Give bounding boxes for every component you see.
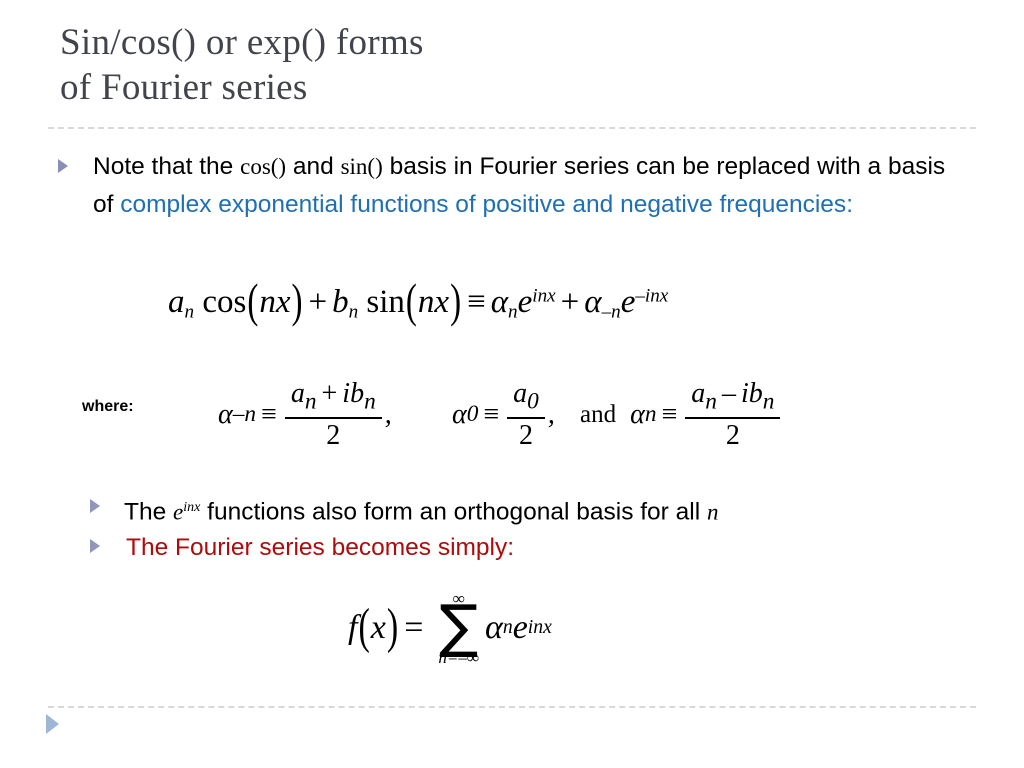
and-word: and <box>580 400 617 428</box>
w1-comma: , <box>384 398 392 430</box>
w1-num-a-sub: n <box>304 388 317 415</box>
equation-fourier-series-exponential: f (x) = ∞ ∑ n=–∞ α n e inx <box>348 590 552 666</box>
w1-alpha-sub: –n <box>232 401 257 428</box>
bullet-orthogonal-n: n <box>706 499 719 525</box>
w1-denominator: 2 <box>326 419 341 451</box>
w2-denominator: 2 <box>519 419 533 451</box>
eq2-e: e <box>512 608 528 646</box>
bullet-orthogonal-part2: functions also form an orthogonal basis … <box>200 498 707 526</box>
bullet-note-part2: and <box>286 153 341 180</box>
eq1-alpha-2-sub: –n <box>601 301 621 323</box>
bullet-orthogonal-e-sup: inx <box>183 500 201 515</box>
w1-num-op: + <box>321 378 338 409</box>
bullet-note-cos: cos() <box>240 154 287 179</box>
bullet-item-orthogonal: The einx functions also form an orthogon… <box>90 489 718 531</box>
w3-num-op: – <box>721 378 736 409</box>
bullet-orthogonal-text: The einx functions also form an orthogon… <box>124 489 718 531</box>
eq2-equals: = <box>404 608 424 646</box>
eq1-sin: sin <box>366 284 405 320</box>
equation-exponential-identity: an cos(nx) + bn sin(nx) ≡ αneinx + α–ne–inx <box>168 276 669 328</box>
eq1-alpha-1: α <box>490 284 509 320</box>
eq1-plus-2: + <box>560 284 580 320</box>
eq1-e-1: e <box>517 284 533 320</box>
w1-numerator: an + ibn <box>285 378 382 417</box>
bullet-series-becomes-text: The Fourier series becomes simply: <box>126 534 515 561</box>
where-label: where: <box>82 398 134 415</box>
bullet-orthogonal-part1: The <box>124 498 174 526</box>
w1-equiv: ≡ <box>261 398 277 430</box>
triangle-bullet-icon <box>46 714 59 734</box>
w2-num-a-sub: 0 <box>527 388 539 415</box>
bullet-note-highlight: complex exponential functions of positiv… <box>120 191 847 218</box>
divider-bottom <box>48 706 976 708</box>
w2-fraction: a0 2 <box>507 378 545 452</box>
sigma-icon: ∑ <box>439 592 479 660</box>
eq2-open-paren: ( <box>358 600 370 654</box>
eq1-open-paren-1: ( <box>247 275 259 328</box>
bullet-note-part4: : <box>846 191 853 218</box>
w2-comma: , <box>547 398 555 430</box>
eq1-cos: cos <box>202 284 247 320</box>
eq1-open-paren-2: ( <box>405 275 417 328</box>
eq1-nx-2: nx <box>417 284 450 320</box>
eq1-plus: + <box>308 284 328 320</box>
w3-alpha: α <box>630 398 645 430</box>
eq1-close-paren-1: ) <box>291 275 303 328</box>
w2-num-a: a <box>513 378 528 409</box>
eq2-x: x <box>370 608 386 646</box>
w2-equiv: ≡ <box>483 398 500 430</box>
triangle-bullet-icon <box>90 539 100 553</box>
w1-alpha: α <box>218 398 233 430</box>
w3-fraction: an – ibn 2 <box>685 378 781 452</box>
sum-lower-limit: n=–∞ <box>438 647 479 667</box>
page-title: Sin/cos() or exp() forms of Fourier seri… <box>60 22 424 108</box>
bullet-note-sin: sin() <box>340 154 383 179</box>
eq1-e-2-sup: –inx <box>635 285 669 307</box>
w3-numerator: an – ibn <box>685 378 780 417</box>
summation-symbol: ∞ ∑ n=–∞ <box>438 590 479 666</box>
equation-alpha-n: and αn ≡ an – ibn 2 <box>580 378 783 452</box>
w3-num-a: a <box>691 378 706 409</box>
w1-num-a: a <box>290 378 305 409</box>
w3-alpha-sub: n <box>644 401 657 428</box>
triangle-bullet-icon <box>58 159 68 173</box>
w3-equiv: ≡ <box>661 398 678 430</box>
bullet-note-part1: Note that the <box>93 153 241 180</box>
bullet-orthogonal-e: e <box>173 499 184 525</box>
equation-alpha-zero: α0 ≡ a0 2 , <box>452 378 555 452</box>
equation-alpha-negative-n: α –n ≡ an + ibn 2 , <box>218 378 392 452</box>
eq1-close-paren-2: ) <box>450 275 462 328</box>
eq2-f: f <box>348 608 358 646</box>
eq1-alpha-2: α <box>584 284 602 320</box>
eq1-a: a <box>168 284 185 320</box>
w2-numerator: a0 <box>507 378 545 417</box>
triangle-bullet-icon <box>90 499 100 513</box>
eq2-e-sup: inx <box>527 616 552 639</box>
eq1-b: b <box>332 284 349 320</box>
eq1-e-1-sup: inx <box>532 285 556 307</box>
eq1-e-2: e <box>620 284 636 320</box>
bullet-item-series-becomes: The Fourier series becomes simply: <box>90 529 514 567</box>
bullet-item-note: Note that the cos() and sin() basis in F… <box>58 148 968 224</box>
w1-fraction: an + ibn 2 <box>284 378 382 452</box>
bullet-item-empty <box>46 714 59 734</box>
divider-top <box>48 127 976 129</box>
eq2-close-paren: ) <box>386 600 399 654</box>
w3-denominator: 2 <box>725 419 740 451</box>
w3-num-ib-sub: n <box>762 388 775 415</box>
eq1-b-sub: n <box>348 301 359 323</box>
w3-num-ib: ib <box>740 378 763 409</box>
w2-alpha: α <box>452 398 467 430</box>
w1-num-ib: ib <box>342 378 365 409</box>
eq2-alpha-sub: n <box>502 616 513 639</box>
w2-alpha-sub: 0 <box>466 401 479 428</box>
w3-num-a-sub: n <box>705 388 717 415</box>
w1-num-ib-sub: n <box>364 388 376 415</box>
bullet-note-text: Note that the cos() and sin() basis in F… <box>93 148 968 224</box>
eq1-nx-1: nx <box>259 284 291 320</box>
eq2-alpha: α <box>484 608 503 646</box>
eq1-equiv: ≡ <box>467 284 486 320</box>
eq1-a-sub: n <box>184 301 195 323</box>
eq1-alpha-1-sub: n <box>508 301 518 323</box>
